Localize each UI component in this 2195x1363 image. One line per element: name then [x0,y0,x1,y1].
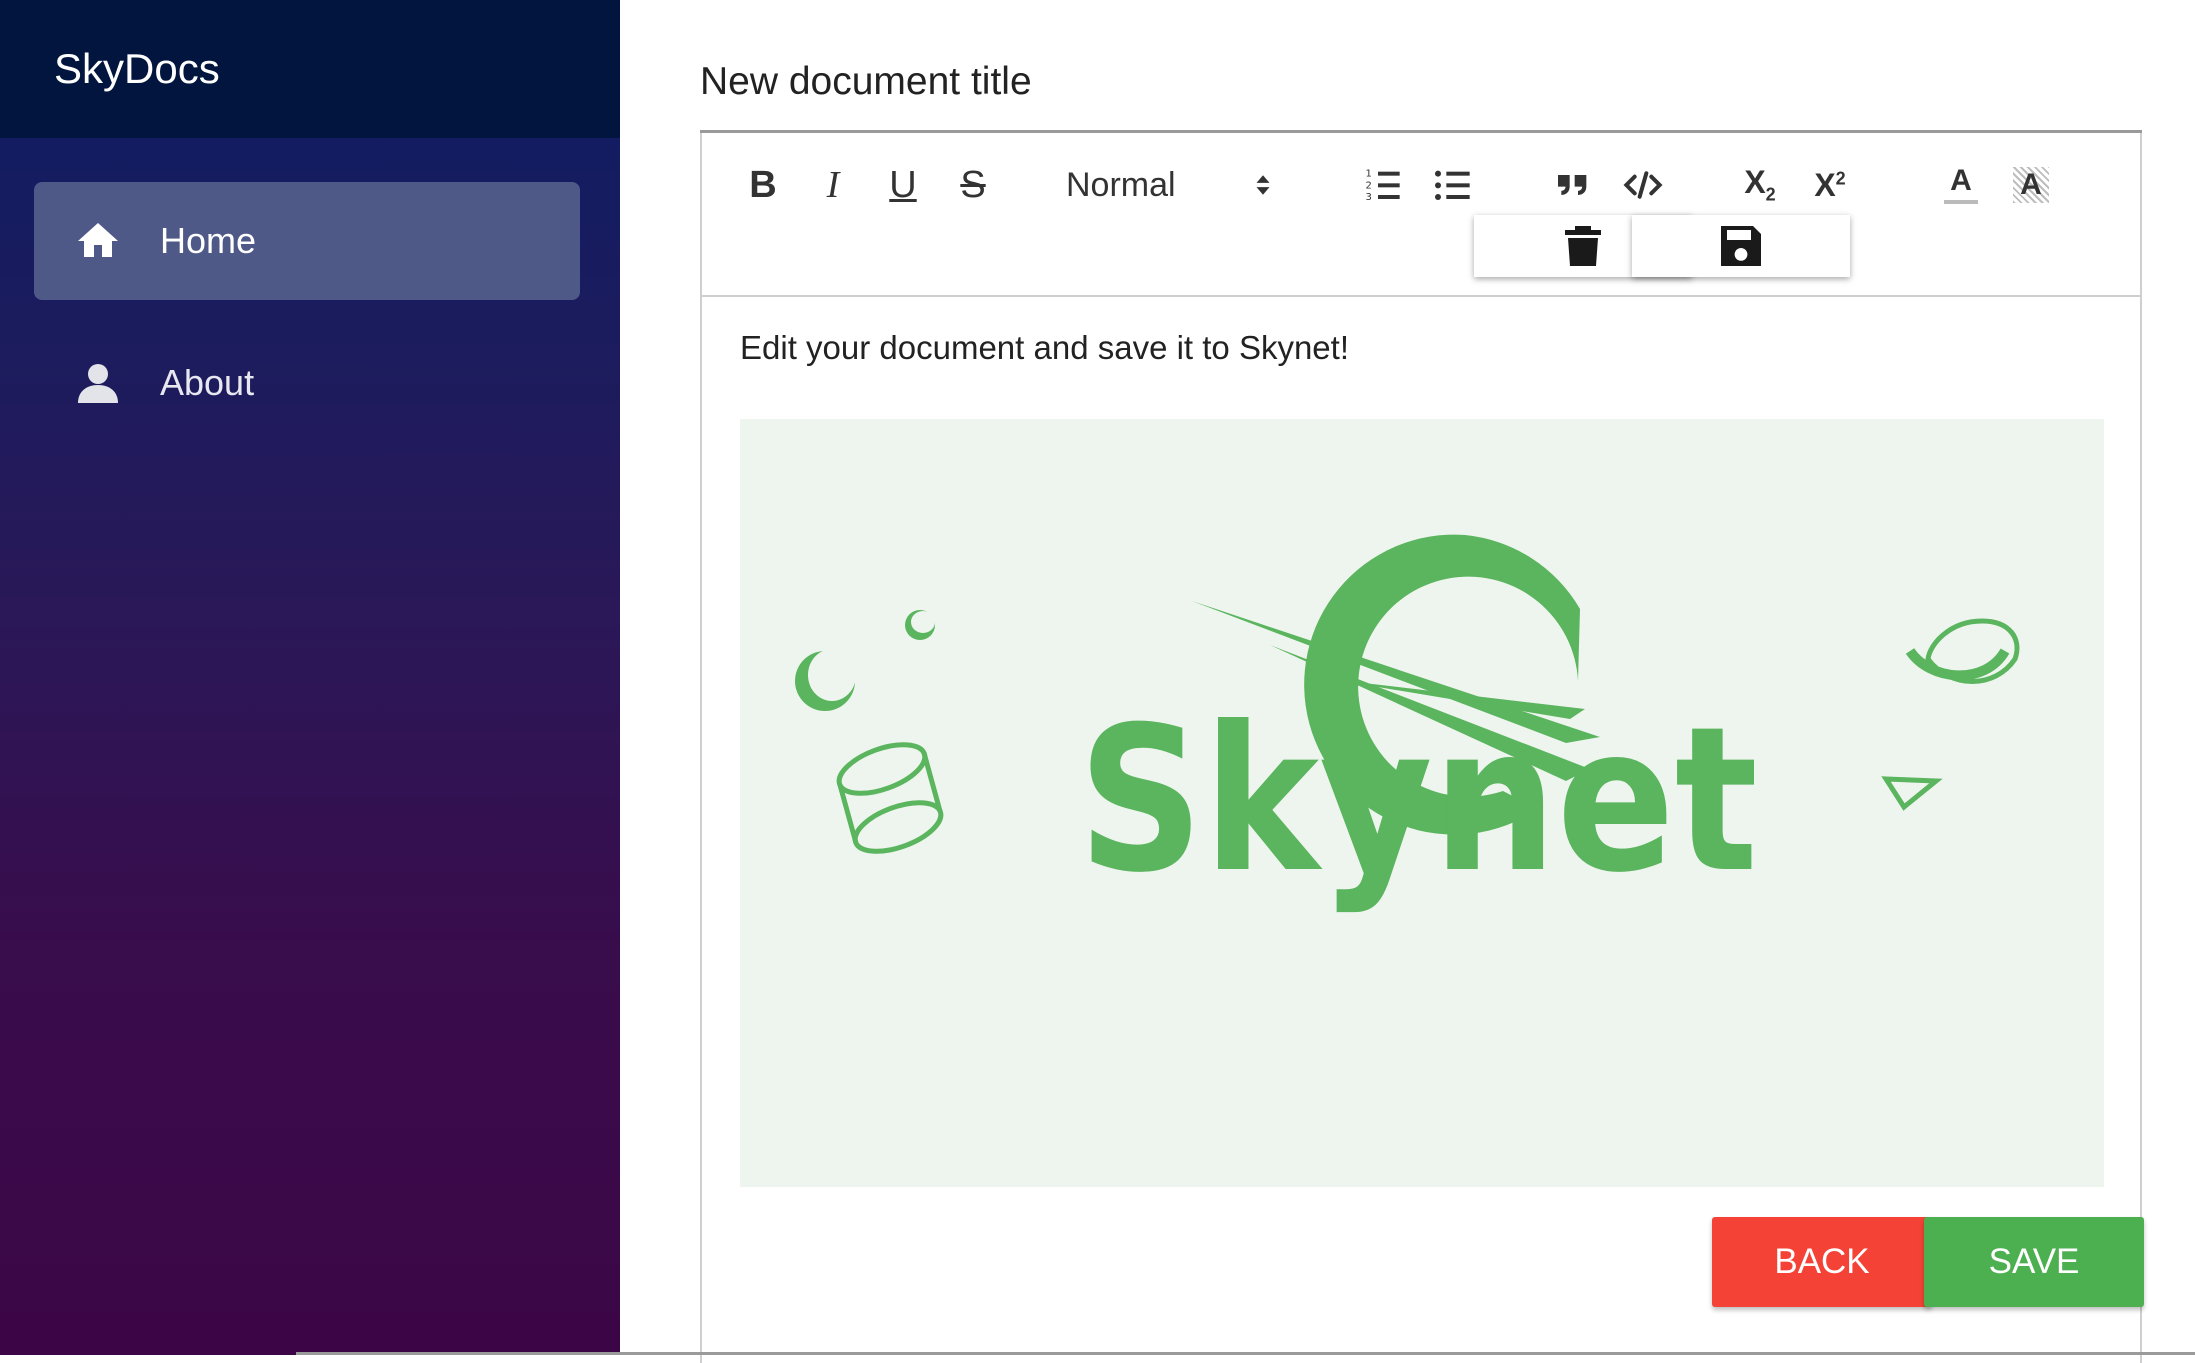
sidebar: SkyDocs Home About [0,0,620,1355]
header-select-value: Normal [1066,165,1176,204]
user-icon [78,364,118,403]
text-color-button[interactable]: A [1936,155,1986,215]
document-title-input[interactable]: New document title [700,60,1032,104]
save-button[interactable]: SAVE [1924,1217,2144,1307]
skynet-wordmark: Skynet [1078,684,1758,917]
skynet-logo-image: Skynet [740,419,2104,1187]
strike-icon: S [960,163,986,206]
sidebar-item-label: About [160,362,255,403]
document-body-text[interactable]: Edit your document and save it to Skynet… [740,329,1349,367]
toolbar-divider [702,295,2140,297]
back-button[interactable]: BACK [1712,1217,1932,1307]
ordered-list-button[interactable]: 1 2 3 [1358,155,1408,215]
color-swatch-bar [1944,200,1978,204]
background-color-button[interactable]: A [2006,155,2056,215]
underline-icon: U [889,163,917,206]
underline-button[interactable]: U [878,155,928,215]
subscript-icon: X2 [1744,164,1776,205]
bullet-list-icon [1435,170,1470,200]
ordered-list-icon: 1 2 3 [1366,169,1400,203]
background-color-icon: A [2013,167,2049,203]
svg-text:1: 1 [1366,169,1372,180]
strike-button[interactable]: S [948,155,998,215]
svg-text:3: 3 [1366,192,1372,203]
bullet-list-button[interactable] [1428,155,1478,215]
app-brand[interactable]: SkyDocs [0,0,620,138]
save-icon-button[interactable] [1632,215,1850,277]
rich-text-editor: B I U S Normal 1 2 3 X2 X2 A A Edit your… [700,133,2144,1363]
italic-button[interactable]: I [808,155,858,215]
updown-icon [1256,175,1270,195]
svg-text:2: 2 [1366,180,1372,191]
quote-icon [1558,175,1587,195]
sidebar-item-about[interactable]: About [34,324,580,442]
code-icon [1623,171,1663,199]
bold-icon: B [749,163,777,206]
trash-icon [1565,226,1601,266]
superscript-icon: X2 [1814,166,1846,203]
code-block-button[interactable] [1618,155,1668,215]
superscript-button[interactable]: X2 [1802,155,1858,215]
header-select[interactable]: Normal [1066,155,1276,215]
blockquote-button[interactable] [1548,155,1598,215]
subscript-button[interactable]: X2 [1732,155,1788,215]
sidebar-item-home[interactable]: Home [34,182,580,300]
bold-button[interactable]: B [738,155,788,215]
home-icon [78,223,118,257]
skynet-logo-graphic: Skynet [795,534,2020,917]
text-color-icon: A [1950,164,1972,197]
sidebar-item-label: Home [160,220,257,261]
italic-icon: I [826,164,840,206]
floppy-disk-icon [1721,226,1761,266]
